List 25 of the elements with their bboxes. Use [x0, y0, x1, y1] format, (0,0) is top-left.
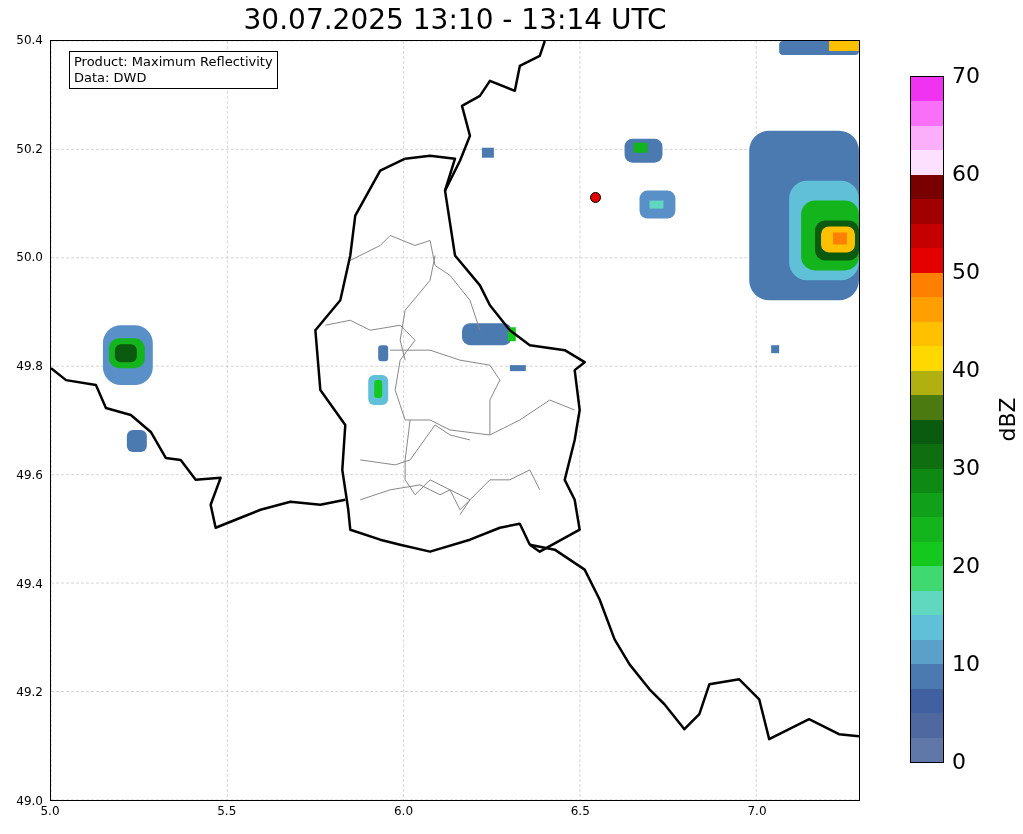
colorbar-tick-label: 10 [952, 652, 980, 676]
chart-title: 30.07.2025 13:10 - 13:14 UTC [242, 2, 668, 38]
colorbar-tick-label: 40 [952, 358, 980, 382]
y-tick-label: 50.0 [16, 250, 43, 265]
y-tick-label: 49.0 [16, 793, 43, 808]
colorbar-tick-label: 70 [952, 64, 980, 88]
colorbar-tick-label: 20 [952, 554, 980, 578]
colorbar-tick-label: 60 [952, 162, 980, 186]
y-tick-label: 49.2 [16, 685, 43, 700]
x-tick-label: 6.5 [570, 804, 590, 818]
y-tick-label: 50.4 [16, 33, 43, 47]
colorbar-tick-label: 30 [952, 456, 980, 480]
y-tick-label: 49.6 [16, 467, 43, 482]
x-tick-label: 6.0 [393, 804, 414, 818]
colorbar-tick-label: 0 [952, 750, 966, 774]
info-text: Product: Maximum Reflectivity [74, 54, 273, 70]
y-tick-label: 50.2 [16, 141, 43, 156]
colorbar-label: dBZ [993, 397, 1021, 442]
x-tick-label: 7.0 [747, 804, 767, 818]
y-tick-label: 49.4 [16, 576, 43, 591]
colorbar-tick-label: 50 [952, 260, 980, 284]
info-text: Data: DWD [74, 70, 148, 86]
y-tick-label: 49.8 [16, 359, 43, 374]
x-tick-label: 5.5 [217, 804, 237, 818]
x-tick-label: 5.0 [40, 804, 60, 818]
